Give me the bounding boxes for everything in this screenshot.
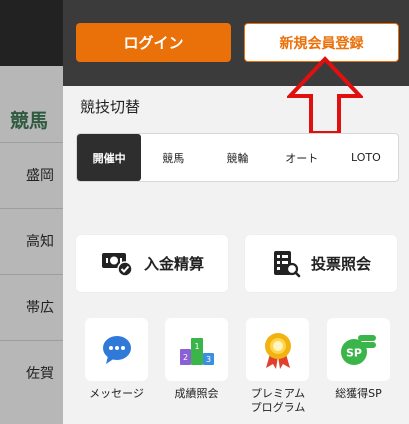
deposit-settlement-label: 入金精算 [143,255,204,273]
background-section-title: 競馬 [10,110,49,132]
up-arrow-annotation-icon [287,56,363,135]
results-inquiry-label: 成績照会 [174,387,219,400]
chat-bubble-icon [102,335,131,364]
sport-tab-bar: 開催中 競馬 競輪 オート LOTO [76,133,399,182]
background-venue-row: 佐賀 [0,340,63,406]
total-sp-label: 総獲得SP [335,387,382,400]
svg-text:SP: SP [346,346,362,359]
tab-auto[interactable]: オート [270,134,334,181]
svg-text:1: 1 [194,342,199,351]
tab-keirin[interactable]: 競輪 [205,134,269,181]
background-venue-row: 盛岡 [0,142,63,208]
results-inquiry-button[interactable]: 2 1 3 [165,318,228,381]
login-button[interactable]: ログイン [76,23,231,62]
tab-ongoing[interactable]: 開催中 [77,134,142,181]
deposit-settlement-button[interactable]: 入金精算 [76,235,228,292]
podium-icon: 2 1 3 [179,337,214,365]
background-venue-row: 高知 [0,208,63,274]
tab-keiba[interactable]: 競馬 [141,134,205,181]
messages-button[interactable] [85,318,148,381]
ballot-search-icon [273,250,301,277]
svg-text:2: 2 [182,353,187,362]
premium-program-button[interactable] [246,318,309,381]
sport-switch-label: 競技切替 [80,98,141,116]
bet-inquiry-label: 投票照会 [310,255,371,273]
premium-program-label: プレミアム プログラム [250,387,306,414]
tab-loto[interactable]: LOTO [334,134,398,181]
side-menu-drawer: ログイン 新規会員登録 競技切替 開催中 競馬 競輪 オート LOTO 入金精算 [63,0,409,424]
background-venue-row: 帯広 [0,274,63,340]
messages-label: メッセージ [89,387,144,400]
total-sp-button[interactable]: SP [327,318,390,381]
bet-inquiry-button[interactable]: 投票照会 [245,235,397,292]
medal-icon [264,332,291,369]
svg-text:3: 3 [205,355,210,364]
sp-coin-icon: SP [340,334,376,365]
money-check-icon [101,252,133,277]
